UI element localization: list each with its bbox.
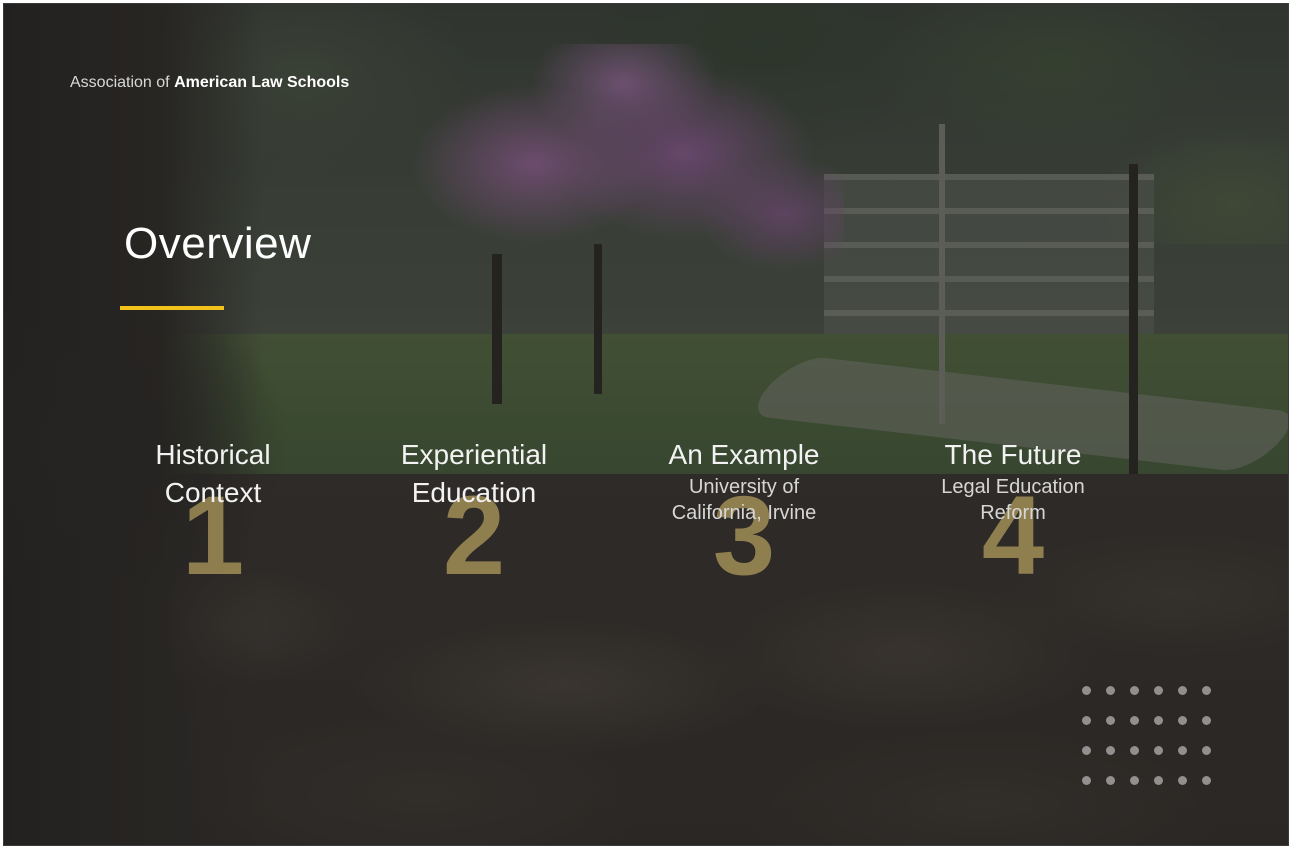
- dot: [1178, 776, 1187, 785]
- dot: [1154, 776, 1163, 785]
- dot: [1082, 716, 1091, 725]
- dot: [1082, 746, 1091, 755]
- dot: [1202, 716, 1211, 725]
- item-subtitle-line1: University of: [688, 476, 800, 498]
- dot: [1178, 686, 1187, 695]
- dot: [1154, 746, 1163, 755]
- item-title-line2: Context: [164, 477, 262, 508]
- item-subtitle-line2: California, Irvine: [671, 502, 817, 524]
- dot: [1130, 686, 1139, 695]
- dot: [1106, 776, 1115, 785]
- dot: [1178, 746, 1187, 755]
- dot: [1178, 716, 1187, 725]
- overview-item-3: 3 An Example University of California, I…: [634, 436, 854, 596]
- item-title-line1: An Example: [668, 439, 820, 470]
- dot: [1082, 686, 1091, 695]
- item-title-line1: The Future: [944, 439, 1082, 470]
- item-subtitle-line2: Reform: [980, 502, 1046, 524]
- overview-item-1: 1 Historical Context: [103, 436, 323, 596]
- dot: [1082, 776, 1091, 785]
- item-subtitle-line1: Legal Education: [941, 476, 1085, 498]
- dot: [1202, 746, 1211, 755]
- overview-item-2: 2 Experiential Education: [364, 436, 584, 596]
- slide-title: Overview: [124, 219, 312, 268]
- dot: [1154, 716, 1163, 725]
- organization-name: Association of American Law Schools: [70, 74, 349, 92]
- dot: [1202, 686, 1211, 695]
- dot: [1130, 776, 1139, 785]
- dot-grid-icon: [1082, 686, 1222, 786]
- dot: [1130, 716, 1139, 725]
- overview-item-4: 4 The Future Legal Education Reform: [903, 436, 1123, 596]
- organization-prefix: Association of: [70, 74, 170, 91]
- title-accent-bar: [120, 306, 224, 310]
- dot: [1154, 686, 1163, 695]
- dot: [1106, 746, 1115, 755]
- dot: [1106, 716, 1115, 725]
- dot: [1202, 776, 1211, 785]
- dot: [1106, 686, 1115, 695]
- item-title-line1: Historical: [155, 439, 271, 470]
- item-title-line1: Experiential: [400, 439, 548, 470]
- item-title-line2: Education: [411, 477, 537, 508]
- organization-name-bold: American Law Schools: [174, 74, 350, 91]
- slide-frame: Association of American Law Schools Over…: [3, 3, 1289, 846]
- dot: [1130, 746, 1139, 755]
